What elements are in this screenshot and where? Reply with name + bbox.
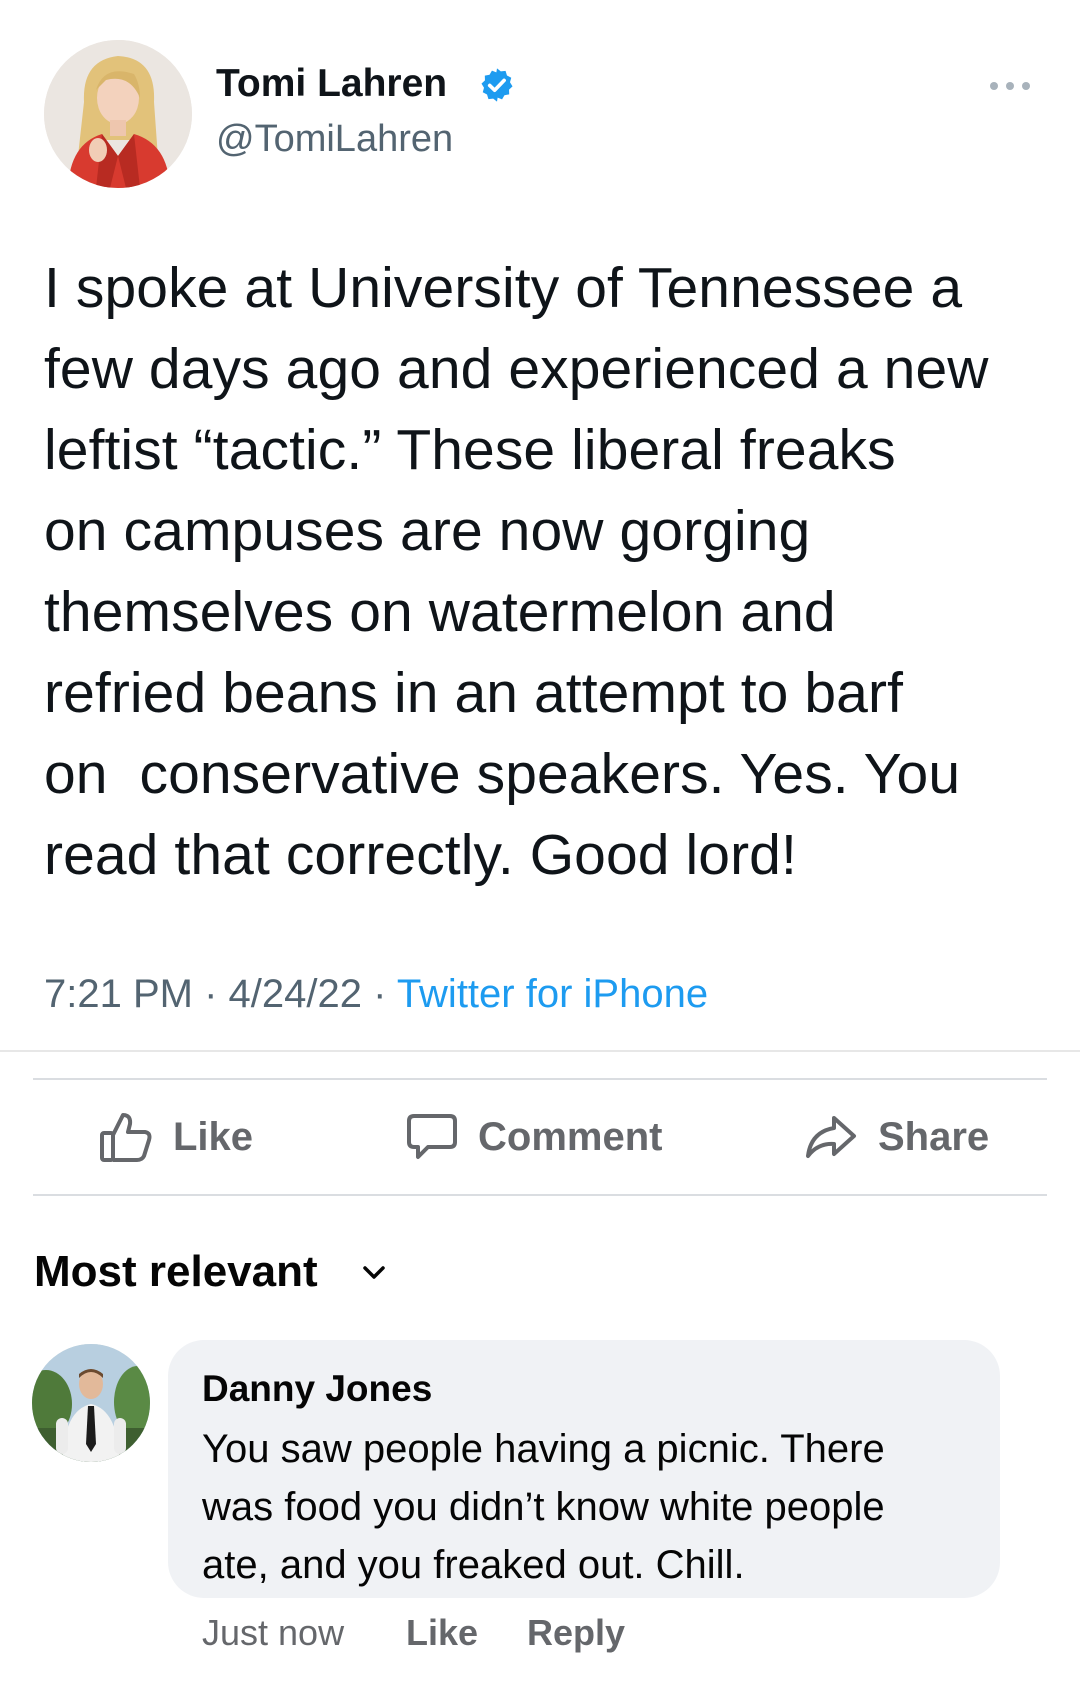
author-handle[interactable]: @TomiLahren — [216, 118, 453, 161]
tweet-text-line: few days ago and experienced a new — [44, 337, 989, 401]
tweet-text-line: I spoke at University of Tennessee a — [44, 256, 963, 320]
more-options-icon[interactable] — [988, 78, 1032, 94]
comment-like-button[interactable]: Like — [406, 1612, 478, 1654]
comment-button[interactable]: Comment — [406, 1080, 662, 1194]
comment-text-line: You saw people having a picnic. There — [202, 1427, 885, 1471]
tweet-metadata: 7:21 PM · 4/24/22 · Twitter for iPhone — [44, 972, 708, 1017]
tweet-text-line: on campuses are now gorging — [44, 499, 811, 563]
comment-text: You saw people having a picnic. There wa… — [202, 1420, 992, 1594]
comment-label: Comment — [478, 1114, 663, 1159]
tweet-text: I spoke at University of Tennessee a few… — [44, 248, 1054, 896]
comment-timestamp[interactable]: Just now — [202, 1612, 344, 1654]
chevron-down-icon[interactable] — [362, 1265, 386, 1281]
tweet-time[interactable]: 7:21 PM — [44, 972, 193, 1016]
tweet-text-line: on conservative speakers. Yes. You — [44, 742, 961, 806]
tweet-text-line: themselves on watermelon and — [44, 580, 836, 644]
comment-text-line: was food you didn’t know white people — [202, 1485, 885, 1529]
screenshot-divider — [0, 1050, 1080, 1052]
author-avatar[interactable] — [44, 40, 192, 188]
share-arrow-icon — [806, 1116, 856, 1158]
comment-text-line: ate, and you freaked out. Chill. — [202, 1543, 745, 1587]
comment-bubble: Danny Jones You saw people having a picn… — [168, 1340, 1000, 1598]
like-label: Like — [173, 1114, 254, 1159]
commenter-avatar[interactable] — [32, 1344, 150, 1462]
tweet-text-line: refried beans in an attempt to barf — [44, 661, 904, 725]
author-avatar-image — [44, 40, 192, 188]
comment-reply-button[interactable]: Reply — [527, 1612, 625, 1654]
comment-bubble-icon — [407, 1114, 457, 1159]
meta-separator: · — [361, 972, 397, 1016]
commenter-avatar-image — [32, 1344, 150, 1462]
post-action-bar: Like Comment Share — [33, 1078, 1047, 1196]
share-label: Share — [878, 1114, 990, 1159]
tweet-text-line: read that correctly. Good lord! — [44, 823, 797, 887]
share-button[interactable]: Share — [804, 1080, 989, 1194]
verified-badge-icon — [481, 68, 513, 102]
thumbs-up-icon — [100, 1113, 152, 1162]
meta-separator: · — [192, 972, 229, 1016]
tweet-date[interactable]: 4/24/22 — [229, 972, 362, 1016]
tweet-source-link[interactable]: Twitter for iPhone — [397, 972, 708, 1016]
tweet-text-line: leftist “tactic.” These liberal freaks — [44, 418, 896, 482]
like-button[interactable]: Like — [99, 1080, 253, 1194]
author-name[interactable]: Tomi Lahren — [216, 62, 447, 106]
commenter-name[interactable]: Danny Jones — [202, 1368, 432, 1410]
comment-sort-dropdown[interactable]: Most relevant — [34, 1247, 318, 1297]
